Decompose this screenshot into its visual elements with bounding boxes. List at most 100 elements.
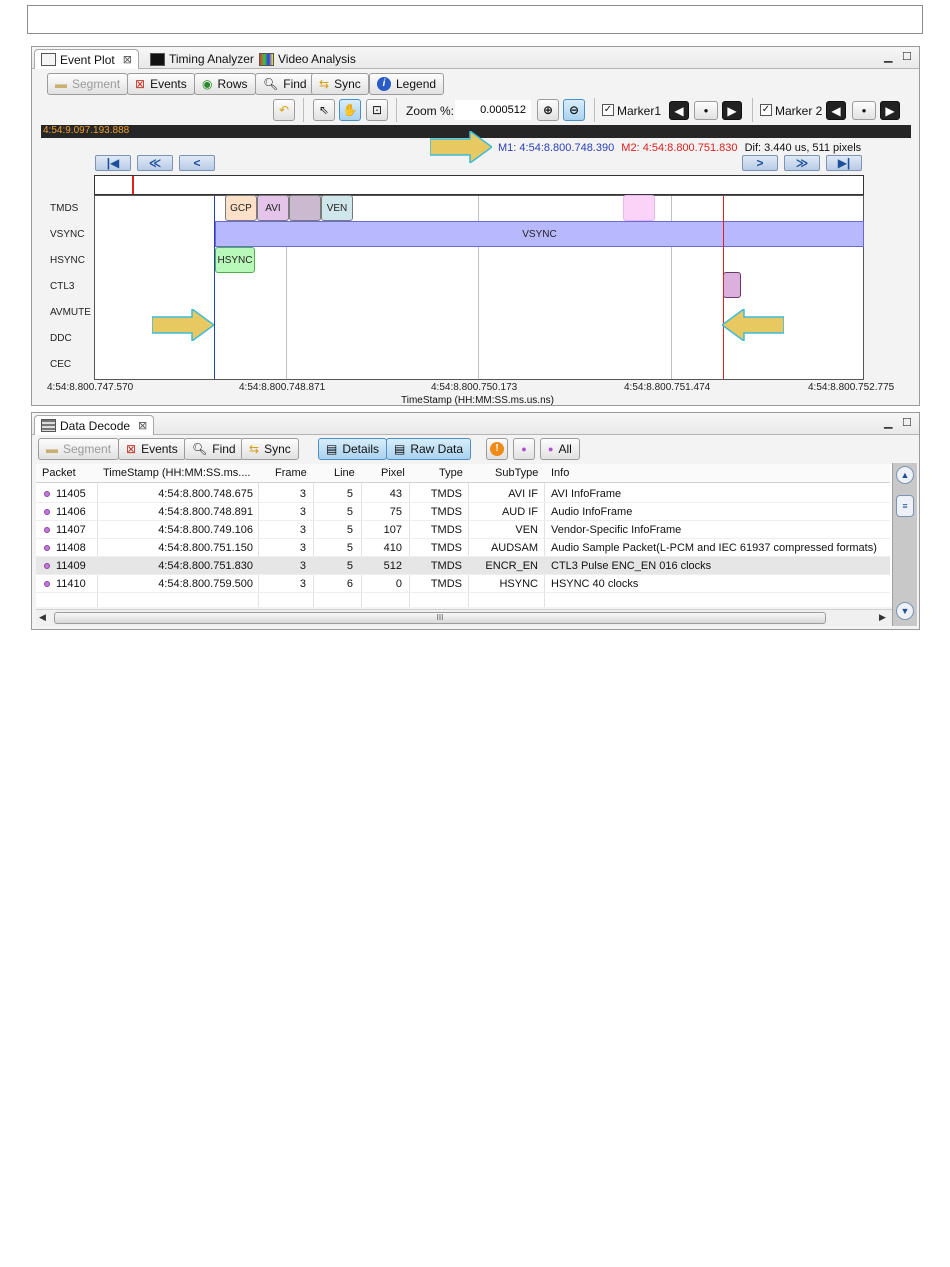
maximize-icon[interactable]: ☐ [902, 416, 912, 429]
marker1-center-button[interactable]: ● [694, 101, 718, 120]
warning-filter-button[interactable]: ! [486, 438, 508, 460]
row-label-tmds: TMDS [50, 203, 79, 214]
column-header-timestamp[interactable]: TimeStamp (HH:MM:SS.ms.... [103, 467, 251, 479]
pointer-button[interactable]: ⇖ [313, 99, 335, 121]
cell-timestamp: 4:54:8.800.751.830 [158, 560, 253, 572]
segment-button[interactable]: ▬ Segment [38, 438, 120, 460]
scroll-up-icon[interactable]: ▲ [896, 466, 914, 484]
table-row[interactable]: 11409 4:54:8.800.751.830 3 5 512 TMDS ENCR_EN C… [36, 557, 890, 575]
cell-pixel: 107 [383, 524, 402, 536]
column-header-frame[interactable]: Frame [275, 467, 307, 479]
legend-button[interactable]: i Legend [369, 73, 445, 95]
all-button[interactable]: ● All [540, 438, 580, 460]
sync-button[interactable]: ⇆ Sync [311, 73, 369, 95]
column-header-pixel[interactable]: Pixel [381, 467, 405, 479]
marker2-prev-button[interactable]: ◀ [826, 101, 846, 120]
forward-button[interactable]: > [742, 155, 778, 171]
tab-data-decode[interactable]: Data Decode ⊠ [34, 415, 155, 435]
find-button[interactable]: 🔍︎ Find [184, 438, 244, 460]
maximize-icon[interactable]: ☐ [902, 50, 912, 63]
event-audsam[interactable] [623, 195, 655, 221]
table-row[interactable]: 11408 4:54:8.800.751.150 3 5 410 TMDS AUDSAM Au… [36, 539, 890, 557]
cell-pixel: 75 [389, 506, 402, 518]
cell-packet: 11407 [56, 524, 86, 536]
event-avi[interactable]: AVI [257, 195, 289, 221]
column-header-packet[interactable]: Packet [42, 467, 76, 479]
marker1-next-button[interactable]: ▶ [722, 101, 742, 120]
column-header-subtype[interactable]: SubType [495, 467, 538, 479]
find-icon: 🔍︎ [263, 77, 279, 91]
cell-subtype: ENCR_EN [485, 560, 538, 572]
minimize-icon[interactable]: ▁ [884, 416, 892, 429]
cell-line: 5 [346, 524, 353, 536]
event-gcp[interactable]: GCP [225, 195, 257, 221]
find-label: Find [212, 442, 236, 456]
table-header: Packet TimeStamp (HH:MM:SS.ms.... Frame … [36, 464, 890, 483]
events-button[interactable]: ⊠ Events [127, 73, 195, 95]
zoom-region-button[interactable]: ⊡ [366, 99, 388, 121]
zoom-in-button[interactable]: ⊕ [537, 99, 559, 121]
zoom-out-button[interactable]: ⊖ [563, 99, 585, 121]
rows-button[interactable]: ◉ Rows [194, 73, 256, 95]
event-aud[interactable] [289, 195, 321, 221]
tab-video-analysis[interactable]: Video Analysis [253, 49, 362, 69]
event-ctl3[interactable] [723, 272, 741, 298]
folder-icon: ▬ [46, 442, 58, 456]
first-button[interactable]: |◀ [95, 155, 131, 171]
top-empty-box [27, 5, 923, 34]
close-icon[interactable]: ⊠ [138, 419, 147, 432]
table-row[interactable]: 11410 4:54:8.800.759.500 3 6 0 TMDS HSYNC HSYNC… [36, 575, 890, 593]
packet-dot-icon [44, 491, 50, 497]
marker2-next-button[interactable]: ▶ [880, 101, 900, 120]
event-vsync[interactable]: VSYNC [215, 221, 864, 247]
vertical-scrollbar[interactable]: ▲ ≡ ▼ [892, 463, 917, 626]
scroll-left-icon[interactable]: ◀ [39, 612, 46, 623]
tab-event-plot[interactable]: Event Plot ⊠ [34, 49, 139, 69]
scroll-right-icon[interactable]: ▶ [879, 612, 886, 623]
undo-button[interactable]: ↶ [273, 99, 295, 121]
table-row[interactable]: 11406 4:54:8.800.748.891 3 5 75 TMDS AUD IF Aud… [36, 503, 890, 521]
row-label-ddc: DDC [50, 333, 72, 344]
marker2-center-button[interactable]: ● [852, 101, 876, 120]
event-hsync[interactable]: HSYNC [215, 247, 255, 273]
close-icon[interactable]: ⊠ [123, 53, 132, 66]
details-button[interactable]: ▤ Details [318, 438, 388, 460]
events-button[interactable]: ⊠ Events [118, 438, 186, 460]
event-ven[interactable]: VEN [321, 195, 353, 221]
raw-data-button[interactable]: ▤ Raw Data [386, 438, 472, 460]
scroll-down-icon[interactable]: ▼ [896, 602, 914, 620]
column-header-type[interactable]: Type [439, 467, 463, 479]
horizontal-scrollbar[interactable]: ◀ III ▶ [36, 609, 892, 626]
last-button[interactable]: ▶| [826, 155, 862, 171]
dot-filter-button[interactable]: ● [513, 438, 535, 460]
horizontal-scroll-thumb[interactable]: III [54, 612, 826, 624]
packet-dot-icon [44, 509, 50, 515]
cell-packet: 11410 [56, 578, 86, 590]
pan-hand-button[interactable]: ✋ [339, 99, 361, 121]
column-header-line[interactable]: Line [334, 467, 355, 479]
page-forward-button[interactable]: ≫ [784, 155, 820, 171]
find-button[interactable]: 🔍︎ Find [255, 73, 315, 95]
page-back-button[interactable]: ≪ [137, 155, 173, 171]
tab-timing-analyzer[interactable]: Timing Analyzer [144, 49, 260, 69]
column-header-info[interactable]: Info [551, 467, 569, 479]
marker2-label: Marker 2 [775, 104, 823, 118]
table-row[interactable]: 11407 4:54:8.800.749.106 3 5 107 TMDS VEN Vendo… [36, 521, 890, 539]
marker1-prev-button[interactable]: ◀ [669, 101, 689, 120]
sync-icon: ⇆ [319, 77, 330, 91]
marker1-line[interactable] [214, 196, 215, 379]
row-label-cec: CEC [50, 359, 72, 370]
segment-button[interactable]: ▬ Segment [47, 73, 129, 95]
table-row[interactable]: 11405 4:54:8.800.748.675 3 5 43 TMDS AVI IF AVI… [36, 485, 890, 503]
minimize-icon[interactable]: ▁ [884, 50, 892, 63]
cell-line: 6 [346, 578, 353, 590]
overview-strip[interactable] [94, 175, 864, 195]
scroll-thumb[interactable]: ≡ [896, 495, 914, 517]
marker2-checkbox[interactable]: ✓ [760, 104, 772, 116]
back-button[interactable]: < [179, 155, 215, 171]
marker1-checkbox[interactable]: ✓ [602, 104, 614, 116]
marker2-line[interactable] [723, 196, 724, 379]
zoom-input[interactable] [455, 100, 531, 120]
sync-button[interactable]: ⇆ Sync [241, 438, 299, 460]
rows-icon: ◉ [202, 77, 213, 91]
